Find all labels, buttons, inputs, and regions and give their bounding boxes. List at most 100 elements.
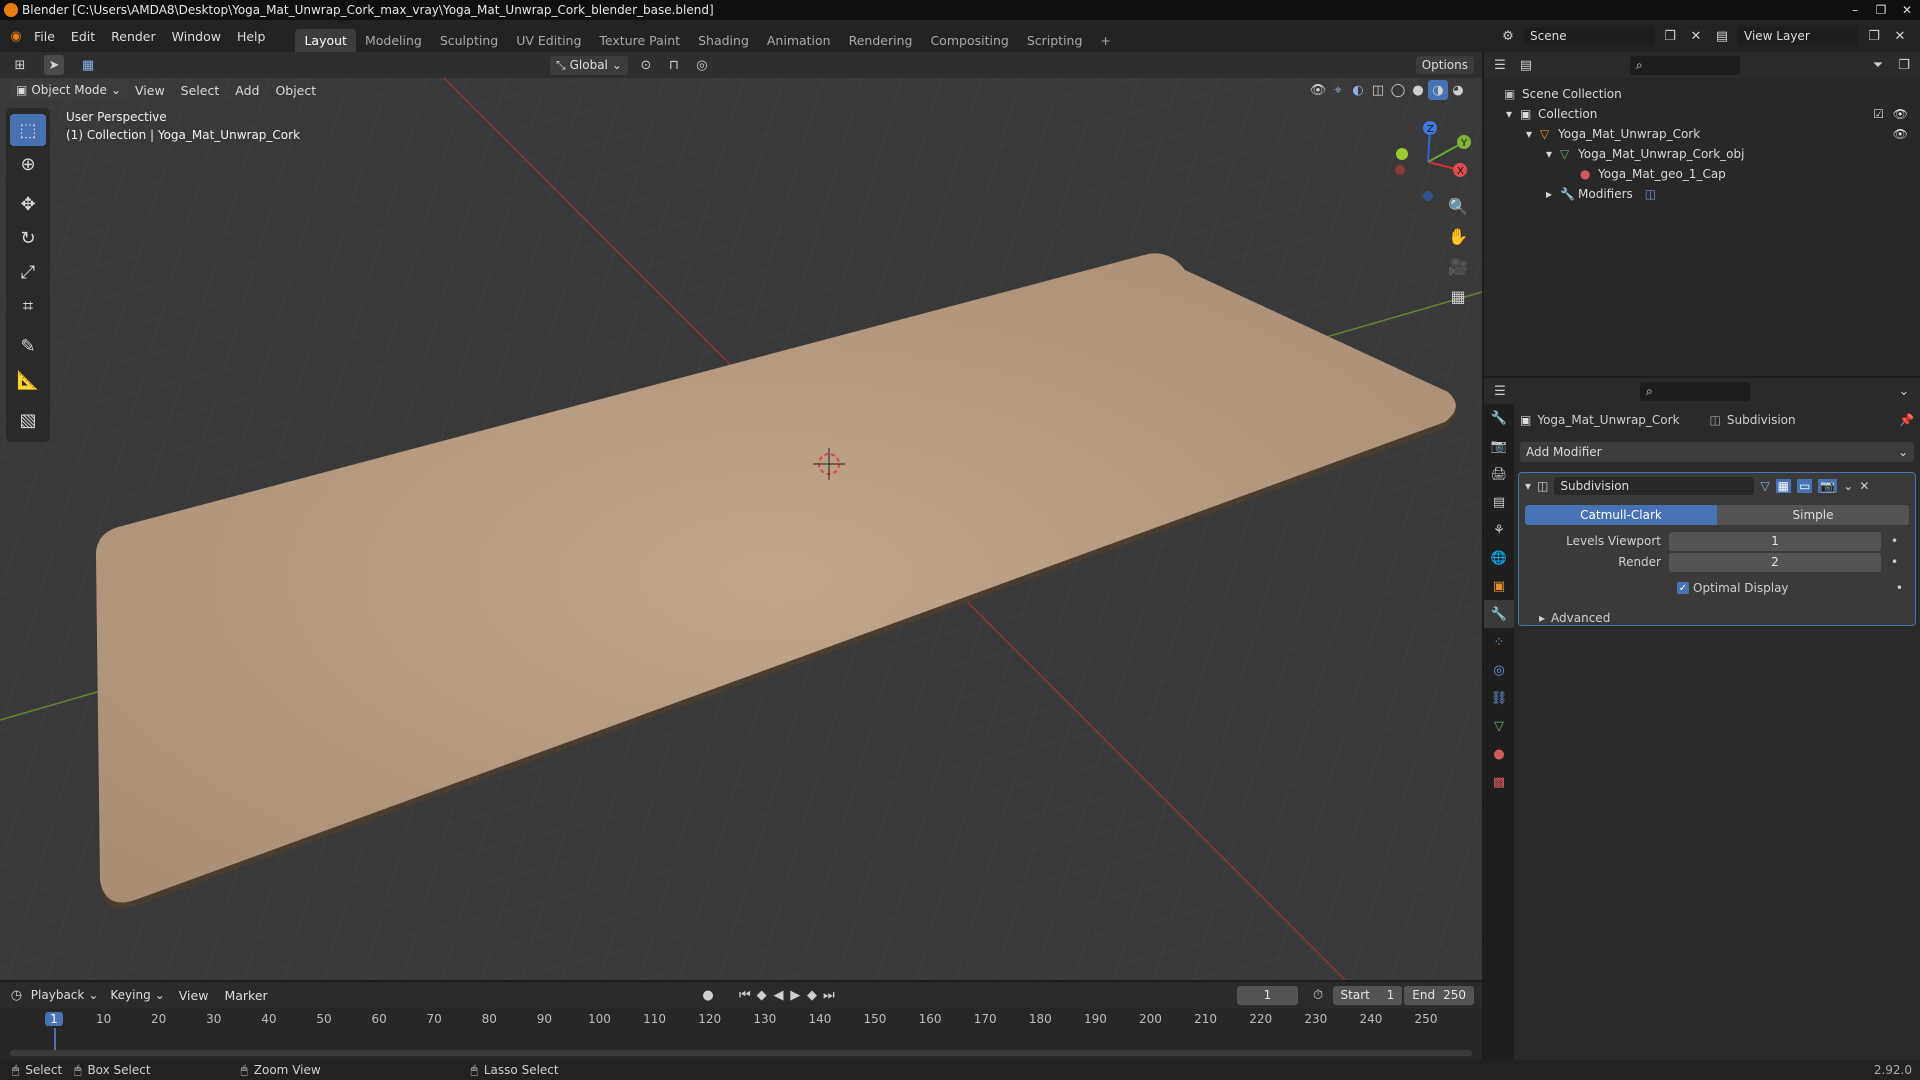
- tab-modeling[interactable]: Modeling: [356, 29, 431, 52]
- scene-icon[interactable]: ⚙: [1498, 26, 1518, 46]
- play-icon[interactable]: ▶: [787, 985, 804, 1005]
- view-layer-icon[interactable]: ▤: [1712, 26, 1732, 46]
- add-cube-tool-icon[interactable]: ▧: [10, 404, 46, 436]
- tab-animation[interactable]: Animation: [758, 29, 840, 52]
- start-frame-field[interactable]: Start 1: [1332, 985, 1403, 1005]
- outliner-row-modifiers[interactable]: ▸ 🔧 Modifiers ◫: [1484, 184, 1920, 204]
- end-frame-field[interactable]: End 250: [1404, 985, 1475, 1005]
- add-modifier-dropdown[interactable]: Add Modifier ⌄: [1520, 442, 1914, 462]
- menu-render[interactable]: Render: [103, 29, 164, 44]
- output-tab-icon[interactable]: 🖨: [1484, 460, 1514, 488]
- jump-start-icon[interactable]: ⏮: [736, 985, 753, 1005]
- proportional-edit-icon[interactable]: ◎: [692, 55, 712, 75]
- advanced-subpanel-header[interactable]: ▸ Advanced: [1519, 608, 1915, 628]
- select-box-tool-icon[interactable]: ⬚: [10, 114, 46, 146]
- timeline-menu-marker[interactable]: Marker: [216, 988, 275, 1003]
- stopwatch-icon[interactable]: ⏱: [1310, 985, 1327, 1005]
- select-mode-icons[interactable]: ▦: [78, 55, 98, 75]
- mode-dropdown[interactable]: ▣ Object Mode ⌄: [10, 81, 127, 99]
- edit-mode-toggle-icon[interactable]: ▽: [1760, 479, 1769, 493]
- outliner-row-material[interactable]: ● Yoga_Mat_geo_1_Cap: [1484, 164, 1920, 184]
- tab-rendering[interactable]: Rendering: [840, 29, 922, 52]
- scene-selector[interactable]: Scene: [1524, 27, 1654, 45]
- new-view-layer-icon[interactable]: ❐: [1864, 26, 1884, 46]
- gizmo-neg-z-icon[interactable]: [1423, 191, 1433, 201]
- tab-texture-paint[interactable]: Texture Paint: [590, 29, 689, 52]
- levels-viewport-field[interactable]: 1: [1669, 531, 1881, 551]
- visibility-icon[interactable]: 👁: [1308, 80, 1328, 100]
- playback-menu[interactable]: Playback ⌄: [25, 986, 105, 1004]
- exclude-checkbox-icon[interactable]: ☑: [1873, 107, 1884, 121]
- render-tab-icon[interactable]: 📷: [1484, 432, 1514, 460]
- render-toggle-icon[interactable]: 📷: [1818, 479, 1838, 493]
- jump-keyframe-forward-icon[interactable]: ◆: [804, 985, 821, 1005]
- record-icon[interactable]: ●: [700, 985, 717, 1005]
- menu-file[interactable]: File: [26, 29, 63, 44]
- gizmo-neg-x-icon[interactable]: [1395, 165, 1405, 175]
- transform-tool-icon[interactable]: ⌗: [10, 290, 46, 322]
- zoom-icon[interactable]: 🔍: [1444, 192, 1472, 220]
- move-tool-icon[interactable]: ✥: [10, 188, 46, 220]
- gizmo-neg-y-icon[interactable]: [1396, 148, 1408, 160]
- editor-type-icon[interactable]: ⊞: [10, 55, 30, 75]
- viewport-menu-object[interactable]: Object: [267, 83, 324, 98]
- wireframe-shading-icon[interactable]: ◯: [1388, 80, 1408, 100]
- constraints-tab-icon[interactable]: ⛓: [1484, 684, 1514, 712]
- outliner-row-mesh[interactable]: ▾ ▽ Yoga_Mat_Unwrap_Cork_obj: [1484, 144, 1920, 164]
- tab-layout[interactable]: Layout: [295, 29, 356, 52]
- add-workspace-button[interactable]: +: [1091, 29, 1119, 52]
- keyframe-dot-icon[interactable]: •: [1891, 534, 1898, 548]
- expand-arrow-icon[interactable]: ▾: [1506, 107, 1520, 121]
- physics-tab-icon[interactable]: ◎: [1484, 656, 1514, 684]
- expand-arrow-icon[interactable]: ▾: [1546, 147, 1560, 161]
- expand-arrow-icon[interactable]: ▾: [1525, 479, 1531, 493]
- catmull-clark-button[interactable]: Catmull-Clark: [1525, 505, 1717, 525]
- expand-arrow-icon[interactable]: ▾: [1526, 127, 1540, 141]
- gizmo-icon[interactable]: ⌖: [1328, 80, 1348, 100]
- scene-tab-icon[interactable]: ⚘: [1484, 516, 1514, 544]
- rendered-shading-icon[interactable]: ◕: [1448, 80, 1468, 100]
- world-tab-icon[interactable]: 🌐: [1484, 544, 1514, 572]
- close-window-button[interactable]: ✕: [1894, 0, 1920, 20]
- tab-shading[interactable]: Shading: [689, 29, 758, 52]
- viewport-menu-select[interactable]: Select: [173, 83, 228, 98]
- xray-icon[interactable]: ◫: [1368, 80, 1388, 100]
- measure-tool-icon[interactable]: 📐: [10, 364, 46, 396]
- keying-menu[interactable]: Keying ⌄: [104, 986, 170, 1004]
- pan-hand-icon[interactable]: ✋: [1444, 222, 1472, 250]
- visibility-eye-icon[interactable]: 👁: [1893, 127, 1908, 141]
- chevron-down-icon[interactable]: ⌄: [1843, 479, 1853, 493]
- outliner-editor-icon[interactable]: ☰: [1490, 55, 1510, 75]
- overlay-icon[interactable]: ◐: [1348, 80, 1368, 100]
- 3d-viewport[interactable]: ⊞ ➤ ▦ ⤡ Global ⌄ ⊙ ⊓ ◎ Options ▣ Object Mod…: [0, 52, 1482, 980]
- properties-editor-icon[interactable]: ☰: [1490, 381, 1510, 401]
- material-shading-icon[interactable]: ◑: [1428, 80, 1448, 100]
- pin-icon[interactable]: 📌: [1899, 413, 1914, 427]
- options-dropdown[interactable]: Options: [1415, 56, 1474, 74]
- maximize-button[interactable]: ❐: [1868, 0, 1894, 20]
- blender-menu-icon[interactable]: ◉: [6, 26, 26, 46]
- play-reverse-icon[interactable]: ◀: [770, 985, 787, 1005]
- tab-sculpting[interactable]: Sculpting: [431, 29, 507, 52]
- current-frame-field[interactable]: 1: [1237, 985, 1298, 1005]
- render-levels-field[interactable]: 2: [1669, 552, 1881, 572]
- delete-view-layer-icon[interactable]: ✕: [1890, 26, 1910, 46]
- modifier-tab-icon[interactable]: 🔧: [1484, 600, 1514, 628]
- cage-toggle-icon[interactable]: ▦: [1775, 479, 1791, 493]
- camera-view-icon[interactable]: 🎥: [1444, 252, 1472, 280]
- transform-orientation-dropdown[interactable]: ⤡ Global ⌄: [550, 55, 628, 75]
- texture-tab-icon[interactable]: ▩: [1484, 768, 1514, 796]
- filter-icon[interactable]: ⏷: [1868, 55, 1888, 75]
- snap-icon[interactable]: ⊓: [664, 55, 684, 75]
- cursor-tool-icon[interactable]: ⊕: [10, 148, 46, 180]
- minimize-button[interactable]: –: [1842, 0, 1868, 20]
- tool-tab-icon[interactable]: 🔧: [1484, 404, 1514, 432]
- object-tab-icon[interactable]: ▣: [1484, 572, 1514, 600]
- data-tab-icon[interactable]: ▽: [1484, 712, 1514, 740]
- view-layer-selector[interactable]: View Layer: [1738, 27, 1858, 45]
- timeline-editor-icon[interactable]: ◷: [8, 985, 25, 1005]
- menu-edit[interactable]: Edit: [63, 29, 103, 44]
- chevron-down-icon[interactable]: ⌄: [1894, 381, 1914, 401]
- jump-end-icon[interactable]: ⏭: [820, 985, 837, 1005]
- material-tab-icon[interactable]: ●: [1484, 740, 1514, 768]
